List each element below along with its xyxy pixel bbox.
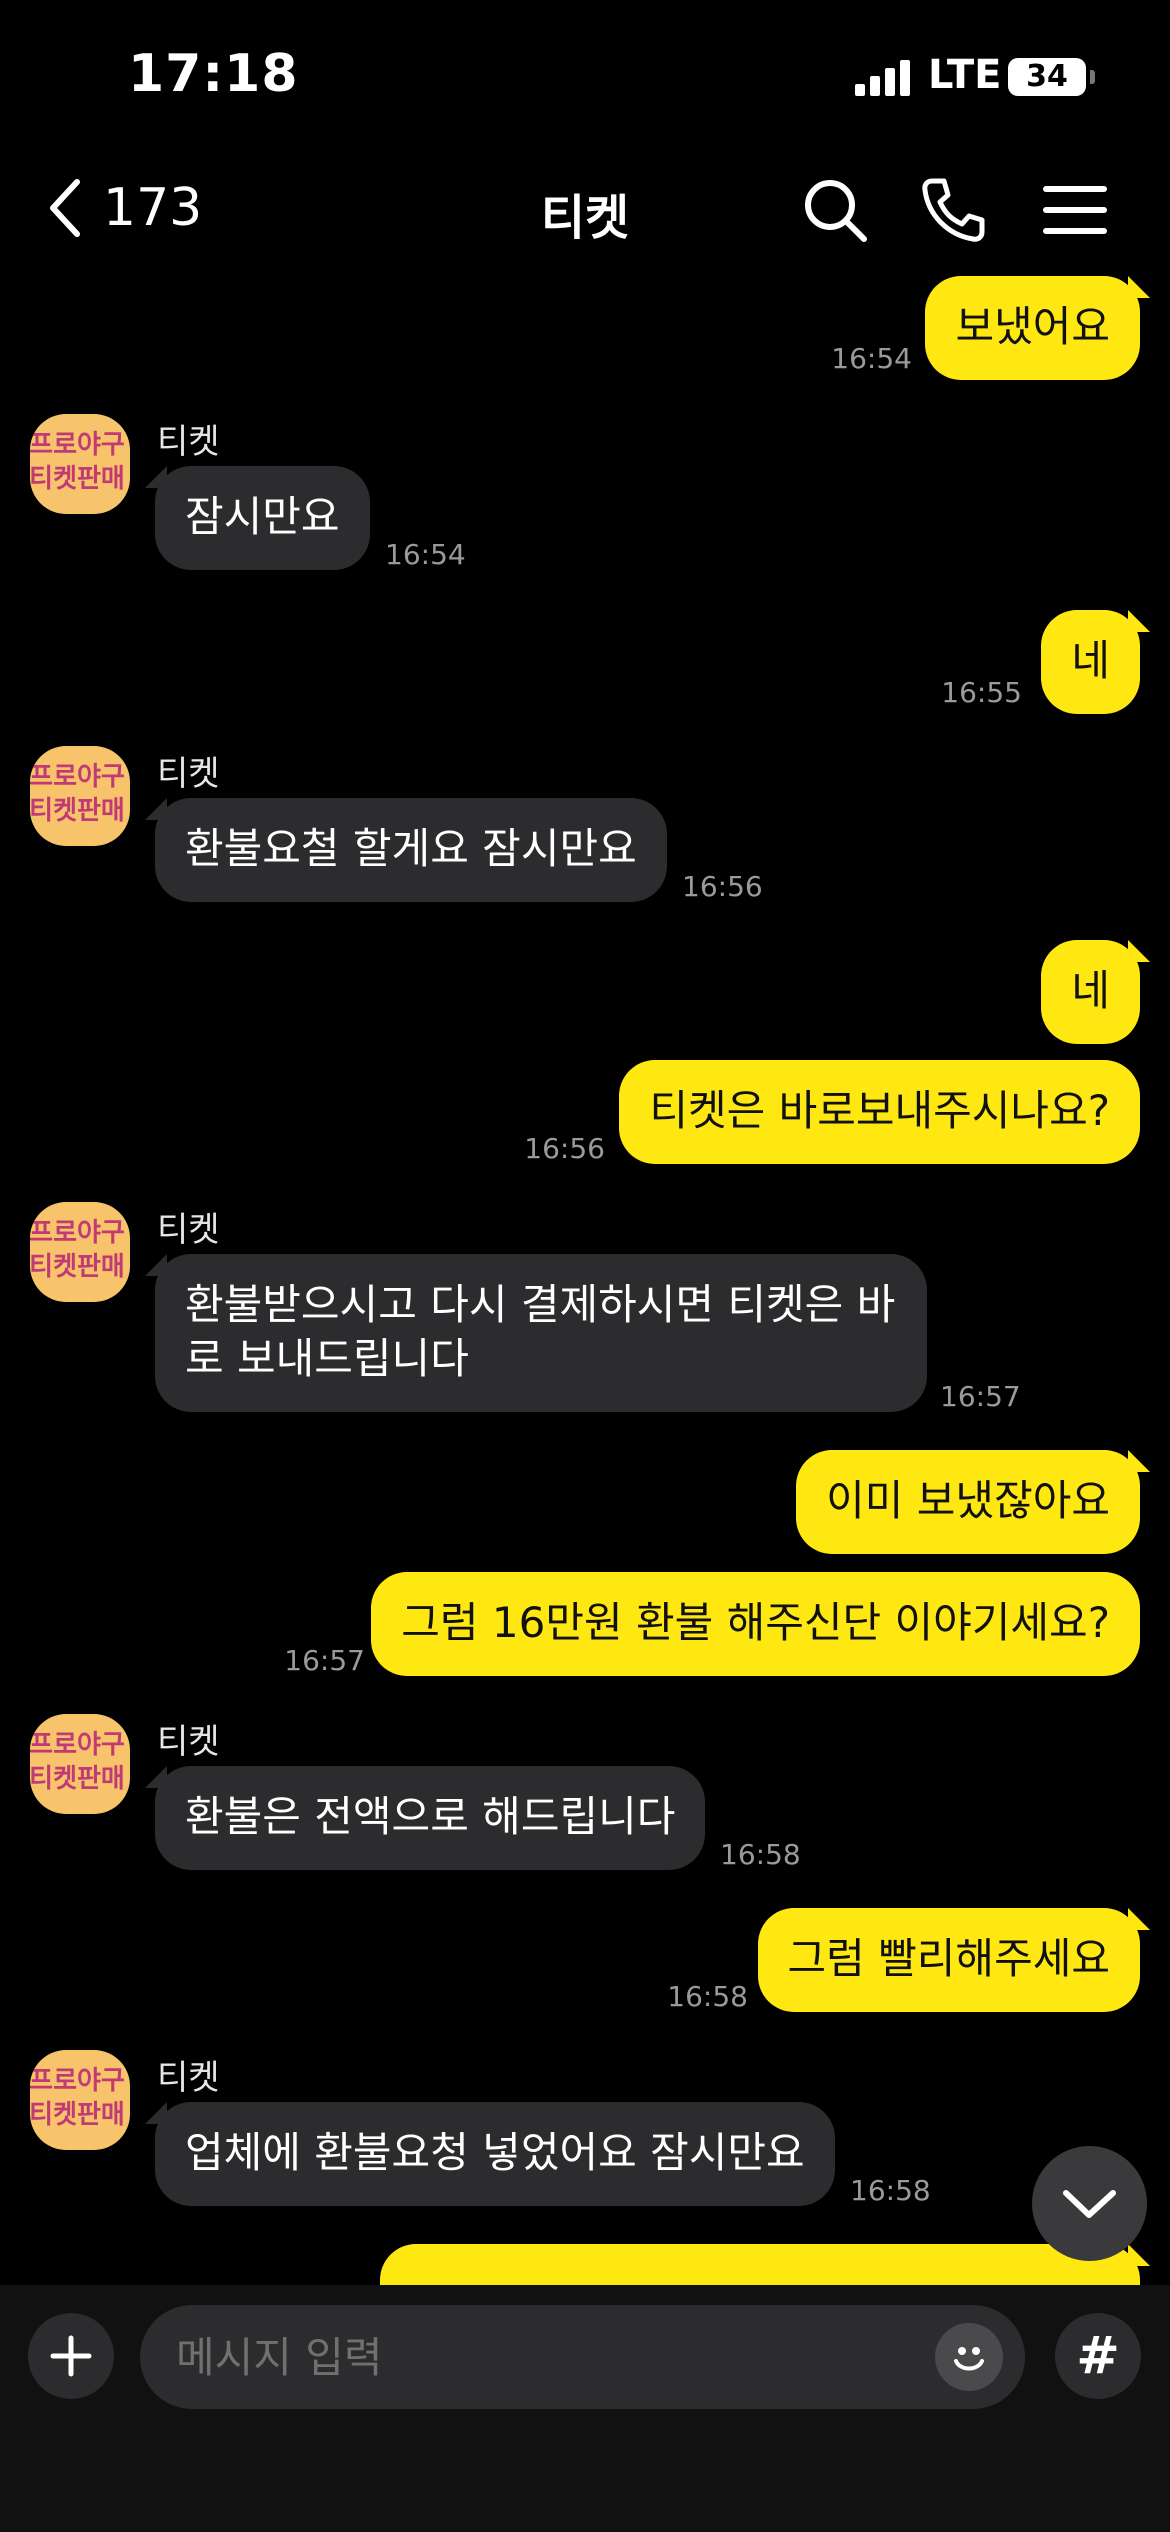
message-time: 16:54 [385,538,466,571]
avatar-text: 티켓판매 [30,1764,125,1794]
avatar[interactable]: 프로야구 티켓판매 [30,746,130,846]
avatar-text: 티켓판매 [30,464,125,494]
emoji-button[interactable] [935,2323,1003,2391]
avatar-text: 프로야구 [30,1730,125,1760]
outgoing-message[interactable]: 보냈어요 [925,276,1140,380]
outgoing-message[interactable]: 이미 보냈잖아요 [796,1450,1140,1554]
incoming-message[interactable]: 환불은 전액으로 해드립니다 [144,1766,706,1870]
outgoing-message-partial[interactable] [380,2244,1140,2285]
menu-icon [1043,186,1107,234]
avatar-text: 프로야구 [30,2066,125,2096]
sender-name: 티켓 [157,2058,220,2098]
attach-button[interactable] [28,2313,114,2399]
composer-bar: # [0,2285,1170,2532]
search-icon [805,180,867,242]
incoming-message[interactable]: 잠시만요 [145,466,370,570]
message-time: 16:58 [850,2174,931,2207]
chat-title: 티켓 [540,190,630,246]
message-input[interactable] [140,2305,1025,2409]
message-time: 16:56 [524,1132,605,1165]
avatar-text: 프로야구 [30,430,125,460]
incoming-message[interactable]: 업체에 환불요청 넣었어요 잠시만요 [145,2102,835,2206]
scroll-to-bottom-button[interactable] [1032,2146,1147,2261]
avatar-text: 프로야구 [30,762,125,792]
avatar-text: 티켓판매 [30,1252,125,1282]
signal-icon [855,60,910,96]
avatar[interactable]: 프로야구 티켓판매 [30,414,130,514]
incoming-message[interactable]: 환불요철 할게요 잠시만요 [145,798,667,902]
message-time: 16:57 [940,1380,1021,1413]
status-bar: 17:18 LTE 34 [0,0,1170,150]
search-button[interactable] [800,175,870,245]
avatar-text: 티켓판매 [30,796,125,826]
message-time: 16:57 [284,1644,365,1677]
message-time: 16:55 [941,676,1022,709]
hashtag-button[interactable]: # [1055,2313,1141,2399]
message-line: 환불받으시고 다시 결제하시면 티켓은 바 [185,1280,896,1329]
sender-name: 티켓 [157,754,220,794]
message-list[interactable]: 보냈어요 16:54 프로야구 티켓판매 티켓 잠시만요 16:54 네 16:… [0,270,1170,2285]
avatar[interactable]: 프로야구 티켓판매 [30,1714,130,1814]
outgoing-message[interactable]: 티켓은 바로보내주시나요? [619,1060,1140,1164]
battery-cap [1090,70,1095,84]
outgoing-message[interactable]: 네 [1041,940,1140,1044]
status-time: 17:18 [128,44,299,104]
outgoing-message[interactable]: 그럼 16만원 환불 해주신단 이야기세요? [371,1572,1140,1676]
call-button[interactable] [918,175,988,245]
avatar[interactable]: 프로야구 티켓판매 [30,2050,130,2150]
message-time: 16:58 [667,1980,748,2013]
sender-name: 티켓 [157,1210,220,1250]
battery-indicator: 34 [1008,58,1086,96]
avatar-text: 티켓판매 [30,2100,125,2130]
sender-name: 티켓 [157,1722,220,1762]
message-line: 로 보내드립니다 [185,1334,469,1383]
outgoing-message[interactable]: 네 [1041,610,1140,714]
menu-button[interactable] [1040,175,1110,245]
message-time: 16:54 [831,342,912,375]
plus-icon [50,2335,92,2377]
phone-icon [922,178,985,242]
message-time: 16:58 [720,1838,801,1871]
incoming-message[interactable]: 환불받으시고 다시 결제하시면 티켓은 바 로 보내드립니다 [145,1254,927,1412]
message-time: 16:56 [682,870,763,903]
sender-name: 티켓 [157,422,220,462]
avatar[interactable]: 프로야구 티켓판매 [30,1202,130,1302]
emoji-icon [954,2347,984,2371]
network-label: LTE [928,52,1002,98]
chat-header: 173 티켓 [0,150,1170,265]
avatar-text: 프로야구 [30,1218,125,1248]
outgoing-message[interactable]: 그럼 빨리해주세요 [757,1908,1140,2012]
chevron-down-icon [1063,2190,1116,2218]
